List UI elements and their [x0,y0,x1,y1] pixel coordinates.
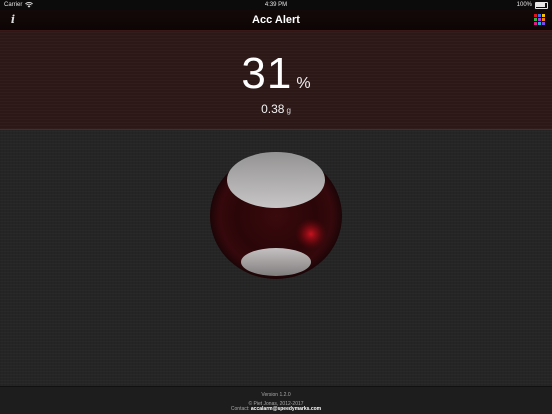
g-force-value: 0.38 [261,102,285,116]
navigation-bar: i Acc Alert [0,10,552,31]
color-grid-button[interactable] [534,14,546,26]
color-grid-cell [534,22,537,25]
footer: Version 1.2.0 © Piet Jonas, 2012-2017 Co… [0,386,552,414]
g-force-unit: g [286,106,291,115]
sphere-top-highlight [227,152,325,208]
color-grid-cell [538,18,541,21]
color-grid-cell [542,14,545,17]
status-bar: Carrier 4:39 PM 100% [0,0,552,10]
battery-icon [535,2,549,9]
color-grid-cell [538,14,541,17]
tilt-marker [295,218,327,250]
page-title: Acc Alert [252,14,300,26]
status-right: 100% [516,0,549,10]
version-label: Version 1.2.0 [261,392,291,398]
contact-label: Contact: [230,406,250,412]
color-grid-cell [534,14,537,17]
g-force-readout: 0.38 g [0,101,552,117]
percent-value: 31 [241,49,293,98]
percent-unit: % [296,75,311,92]
readout-panel: 31% 0.38 g [0,31,552,130]
sphere-indicator [207,150,345,280]
contact-email-link[interactable]: accalarm@speedymarks.com [251,406,321,412]
contact-line: Contact: accalarm@speedymarks.com [0,406,552,412]
sphere-graphic [210,152,342,279]
color-grid-cell [542,22,545,25]
status-time: 4:39 PM [264,2,288,8]
color-grid-cell [542,18,545,21]
sphere-bottom-highlight [241,248,311,276]
percent-readout: 31% [0,49,552,99]
battery-percent: 100% [516,2,532,8]
color-grid-cell [538,22,541,25]
app-screen: Carrier 4:39 PM 100% i Acc Alert 31 % 0.… [0,0,552,414]
color-grid-cell [534,18,537,21]
